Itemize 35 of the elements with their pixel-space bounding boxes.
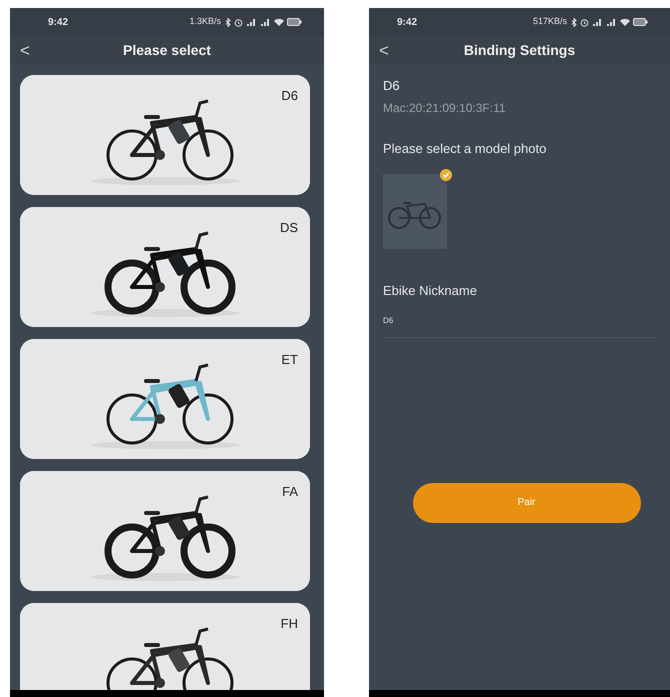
model-card[interactable]: D6 [20, 75, 310, 195]
mac-address: Mac:20:21:09:10:3F:11 [383, 100, 507, 116]
alarm-icon [234, 18, 243, 26]
signal-icon [246, 18, 257, 26]
field-label: Ebike Nickname [383, 282, 478, 300]
signal-icon [592, 18, 603, 26]
screen-title: Binding Settings [464, 40, 576, 60]
model-card[interactable]: FA [20, 471, 310, 591]
model-name: ET [281, 351, 298, 369]
bluetooth-icon [225, 18, 231, 26]
model-card[interactable]: ET [20, 339, 310, 459]
device-name: D6 [383, 77, 401, 95]
back-button[interactable]: < [379, 42, 389, 58]
status-time: 9:42 [48, 16, 68, 30]
model-name: FA [282, 483, 298, 501]
section-label: Please select a model photo [383, 140, 548, 158]
back-button[interactable]: < [20, 42, 30, 58]
screen-title: Please select [123, 40, 211, 60]
battery-icon [633, 18, 648, 26]
input-field[interactable]: D6 [383, 314, 656, 338]
alarm-icon [580, 18, 589, 26]
model-card[interactable]: FH [20, 603, 310, 690]
wifi-icon [620, 18, 630, 26]
bluetooth-icon [571, 18, 577, 26]
model-name: FH [280, 615, 298, 633]
model-name: DS [280, 219, 298, 237]
network-speed: 517KB/s [532, 15, 567, 28]
model-name: D6 [281, 87, 298, 105]
model-card[interactable]: DS [20, 207, 310, 327]
network-speed: 1.3KB/s [189, 15, 221, 28]
signal-icon [606, 18, 617, 26]
wifi-icon [274, 18, 284, 26]
status-time: 9:42 [397, 16, 418, 30]
signal-icon [260, 18, 271, 26]
battery-icon [287, 18, 302, 26]
